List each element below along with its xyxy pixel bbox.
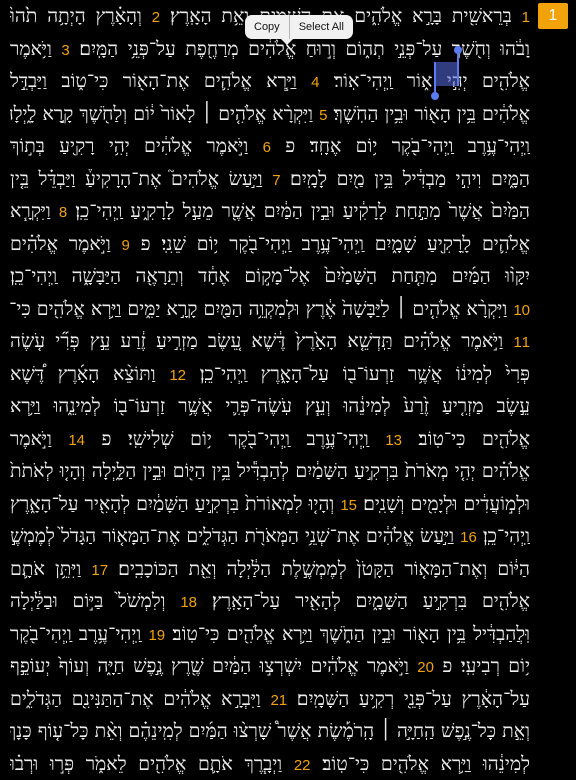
verse-number[interactable]: 14 <box>68 432 85 449</box>
verse-number[interactable]: 13 <box>385 432 402 449</box>
verse-text: לְמִינֵ֔הוּ וַיַּ֥רְא אֱלֹהִ֖ים כִּי־טֽו… <box>311 753 530 775</box>
verse-text: וַיִּקְרָ֧א <box>10 200 59 222</box>
verse-number[interactable]: 22 <box>294 757 311 774</box>
verse-number[interactable]: 7 <box>272 172 280 189</box>
verse-text: י֥וֹם רְבִיעִֽי׃ פ <box>434 655 530 677</box>
text-line: וַֽיְהִי־עֶ֥רֶב וַֽיְהִי־בֹ֖קֶר י֥וֹם אֶ… <box>10 130 530 163</box>
verse-number[interactable]: 1 <box>522 9 530 26</box>
verse-text: עֵ֣שֶׂב מַזְרִ֤יעַ זֶ֙רַע֙ לְמִינֵ֔הוּ ו… <box>10 395 530 417</box>
verse-text: אֱלֹהִ֛ים לָֽרָקִ֖יעַ שָׁמָ֑יִם וַֽיְהִי… <box>130 233 530 255</box>
text-line: וּלְמ֣וֹעֲדִ֔ים וּלְיָמִ֖ים וְשָׁנִֽים׃ … <box>10 488 530 521</box>
verse-number[interactable]: 18 <box>180 594 197 611</box>
select-all-menu-item[interactable]: Select All <box>290 15 353 39</box>
verse-text: וַיֹּ֣אמֶר <box>10 428 68 450</box>
verse-text: וְאֵ֣ת כָּל־נֶ֣פֶשׁ הַֽחַיָּ֣ה ׀ הָֽרֹמֶ… <box>10 720 530 742</box>
verse-number[interactable]: 15 <box>340 497 357 514</box>
verse-text: וַתּוֹצֵ֨א הָאָ֜רֶץ דֶּ֠שֶׁא <box>10 363 169 385</box>
verse-text: פְּרִי֙ לְמִינ֔וֹ אֲשֶׁ֥ר זַרְעוֹ־ב֖וֹ ע… <box>186 363 530 385</box>
verse-number[interactable]: 8 <box>59 204 67 221</box>
selection-end-handle[interactable] <box>434 62 436 94</box>
text-line: 10 וַיִּקְרָ֨א אֱלֹהִ֤ים ׀ לַיַּבָּשָׁה֙… <box>10 293 530 326</box>
text-line: הַמַּ֙יִם֙ אֲשֶׁר֙ מִתַּ֣חַת לָרָקִ֔יעַ … <box>10 195 530 228</box>
verse-number[interactable]: 21 <box>270 692 287 709</box>
text-line: יִקָּו֨וּ הַמַּ֜יִם מִתַּ֤חַת הַשָּׁמַ֙י… <box>10 260 530 293</box>
text-line: אֱלֹהִ֖ים כִּי־טֽוֹב׃ 13 וַֽיְהִי־עֶ֥רֶב… <box>10 423 530 456</box>
verse-text: וַיֹּ֣אמֶר אֱלֹהִ֗ים <box>10 233 121 255</box>
text-line: י֥וֹם רְבִיעִֽי׃ פ 20 וַיֹּ֣אמֶר אֱלֹהִ֔… <box>10 650 530 683</box>
verse-text: וּלְמ֣וֹעֲדִ֔ים וּלְיָמִ֖ים וְשָׁנִֽים׃ <box>357 493 530 515</box>
text-selection-highlight <box>434 62 458 86</box>
verse-text: וַיֹּ֣אמֶר אֱלֹהִ֔ים יִשְׁרְצ֣וּ הַמַּ֔י… <box>10 655 417 677</box>
verse-number[interactable]: 2 <box>152 9 160 26</box>
text-line: אֱלֹהִ֗ים יְהִ֤י מְאֹרֹת֙ בִּרְקִ֣יעַ הַ… <box>10 455 530 488</box>
verse-number[interactable]: 9 <box>121 237 129 254</box>
verse-text: הַמָּ֑יִם וִיהִ֣י מַבְדִּ֔יל בֵּ֥ין מַ֖י… <box>281 168 530 190</box>
verse-text: הַיּ֔וֹם וְאֶת־הַמָּא֤וֹר הַקָּטֹן֙ לְמֶ… <box>108 558 530 580</box>
menu-pointer-arrow <box>281 39 293 45</box>
verse-text: וַיִּקְרָ֨א אֱלֹהִ֤ים ׀ לַיַּבָּשָׁה֙ אֶ… <box>10 298 513 320</box>
verse-text: הַמַּ֙יִם֙ אֲשֶׁר֙ מִתַּ֣חַת לָרָקִ֔יעַ … <box>67 200 530 222</box>
verse-text: וַֽיְהִי־עֶ֥רֶב וַֽיְהִי־בֹ֖קֶר י֥וֹם אֶ… <box>271 135 530 157</box>
verse-text: וַיִּבְרָ֣א אֱלֹהִ֔ים אֶת־הַתַּנִּינִ֖ם … <box>10 688 270 710</box>
text-line: פְּרִי֙ לְמִינ֔וֹ אֲשֶׁ֥ר זַרְעוֹ־ב֖וֹ ע… <box>10 358 530 391</box>
text-line: וּֽלֲהַבְדִּ֔יל בֵּ֥ין הָא֖וֹר וּבֵ֣ין ה… <box>10 618 530 651</box>
text-line: אֱלֹהִ֖ים בִּרְקִ֣יעַ הַשָּׁמָ֑יִם לְהָא… <box>10 585 530 618</box>
verse-text: אֱלֹהִ֔ים בֵּ֥ין הָא֖וֹר וּבֵ֥ין הַחֹֽשֶ… <box>327 103 530 125</box>
text-line: עֵ֣שֶׂב מַזְרִ֤יעַ זֶ֙רַע֙ לְמִינֵ֔הוּ ו… <box>10 390 530 423</box>
verse-text: וַיֹּ֥אמֶר <box>10 38 61 60</box>
verse-text: וַיִּקְרָ֨א אֱלֹהִ֤ים ׀ לָאוֹר֙ י֔וֹם וְ… <box>10 103 319 125</box>
verse-text: וַיְבָ֧רֶךְ אֹתָ֛ם אֱלֹהִ֖ים לֵאמֹ֑ר פְּ… <box>10 753 294 775</box>
verse-number[interactable]: 6 <box>263 139 271 156</box>
verse-text: וַֽיְהִי־עֶ֥רֶב וַֽיְהִי־בֹ֖קֶר י֥וֹם שְ… <box>85 428 385 450</box>
verse-text: וְהָאָ֗רֶץ הָיְתָ֥ה תֹ֙הוּ֙ <box>10 5 152 27</box>
verse-text: וּֽלֲהַבְדִּ֔יל בֵּ֥ין הָא֖וֹר וּבֵ֣ין ה… <box>165 623 530 645</box>
verse-number[interactable]: 4 <box>311 74 319 91</box>
selection-context-menu: Copy Select All <box>245 15 353 39</box>
verse-text: וַֽיְהִי־עֶ֥רֶב וַֽיְהִי־בֹ֖קֶר <box>10 623 148 645</box>
text-line: אֱלֹהִ֔ים בֵּ֥ין הָא֖וֹר וּבֵ֥ין הַחֹֽשֶ… <box>10 98 530 131</box>
verse-text: וַיַּ֣עַשׂ אֱלֹהִ֔ים אֶת־שְׁנֵ֥י הַמְּאֹ… <box>10 525 460 547</box>
verse-text: יִקָּו֨וּ הַמַּ֜יִם מִתַּ֤חַת הַשָּׁמַ֙י… <box>10 265 530 287</box>
verse-text: וַֽיְהִי־כֵֽן׃ <box>477 525 530 547</box>
verse-text: וְלִמְשֹׁל֙ בַּיּ֣וֹם וּבַלַּ֔יְלָה <box>10 590 180 612</box>
text-line: אֱלֹהִ֛ים לָֽרָקִ֖יעַ שָׁמָ֑יִם וַֽיְהִי… <box>10 228 530 261</box>
verse-text: וַיֹּ֣אמֶר אֱלֹהִ֗ים תַּֽדְשֵׁ֤א הָאָ֙רֶ… <box>10 330 513 352</box>
verse-number[interactable]: 10 <box>513 302 530 319</box>
text-line: וַֽיְהִי־כֵֽן׃ 16 וַיַּ֣עַשׂ אֱלֹהִ֔ים א… <box>10 520 530 553</box>
verse-number[interactable]: 12 <box>169 367 186 384</box>
verse-text: וְהָי֤וּ לִמְאוֹרֹת֙ בִּרְקִ֣יעַ הַשָּׁמ… <box>10 493 340 515</box>
verse-number[interactable]: 3 <box>61 42 69 59</box>
text-line: לְמִינֵ֔הוּ וַיַּ֥רְא אֱלֹהִ֖ים כִּי־טֽו… <box>10 748 530 780</box>
verse-number[interactable]: 17 <box>91 562 108 579</box>
verse-number[interactable]: 16 <box>460 529 477 546</box>
copy-menu-item[interactable]: Copy <box>245 15 289 39</box>
verse-text: אֱלֹהִ֗ים יְהִ֤י מְאֹרֹת֙ בִּרְקִ֣יעַ הַ… <box>10 460 530 482</box>
selection-start-handle[interactable] <box>457 52 459 86</box>
verse-text: וַיַּ֧רְא אֱלֹהִ֛ים אֶת־הָא֖וֹר כִּי־ט֑ו… <box>10 70 311 92</box>
text-line: 11 וַיֹּ֣אמֶר אֱלֹהִ֗ים תַּֽדְשֵׁ֤א הָאָ… <box>10 325 530 358</box>
chapter-badge[interactable]: 1 <box>538 3 568 29</box>
scripture-text[interactable]: 1 בְּרֵאשִׁ֖ית בָּרָ֣א אֱלֹהִ֑ים אֵ֥ת הַ… <box>10 0 530 768</box>
verse-text: עַל־הָאָ֔רֶץ עַל־פְּנֵ֖י רְקִ֥יעַ הַשָּׁ… <box>287 688 530 710</box>
text-line: וְאֵ֣ת כָּל־נֶ֣פֶשׁ הַֽחַיָּ֣ה ׀ הָֽרֹמֶ… <box>10 715 530 748</box>
verse-number[interactable]: 20 <box>417 659 434 676</box>
verse-text: אֱלֹהִ֖ים כִּי־טֽוֹב׃ <box>402 428 530 450</box>
verse-text: אֱלֹהִ֖ים בִּרְקִ֣יעַ הַשָּׁמָ֑יִם לְהָא… <box>197 590 530 612</box>
verse-text: אֱלֹהִ֖ים יְהִ֣י א֑וֹר וַֽיְהִי־אֽוֹר׃ <box>320 70 531 92</box>
text-line: עַל־הָאָ֔רֶץ עַל־פְּנֵ֖י רְקִ֥יעַ הַשָּׁ… <box>10 683 530 716</box>
text-line: הַיּ֔וֹם וְאֶת־הַמָּא֤וֹר הַקָּטֹן֙ לְמֶ… <box>10 553 530 586</box>
verse-text: וַיֹּ֣אמֶר אֱלֹהִ֔ים יְהִ֥י רָקִ֖יעַ בְּ… <box>10 135 263 157</box>
verse-number[interactable]: 19 <box>148 627 165 644</box>
verse-number[interactable]: 11 <box>513 334 530 351</box>
verse-text: וַיִּתֵּ֥ן אֹתָ֛ם <box>10 558 91 580</box>
text-line: הַמָּ֑יִם וִיהִ֣י מַבְדִּ֔יל בֵּ֥ין מַ֖י… <box>10 163 530 196</box>
verse-text: וַיַּ֣עַשׂ אֱלֹהִים֮ אֶת־הָרָקִיעַ֒ וַיַ… <box>10 168 272 190</box>
